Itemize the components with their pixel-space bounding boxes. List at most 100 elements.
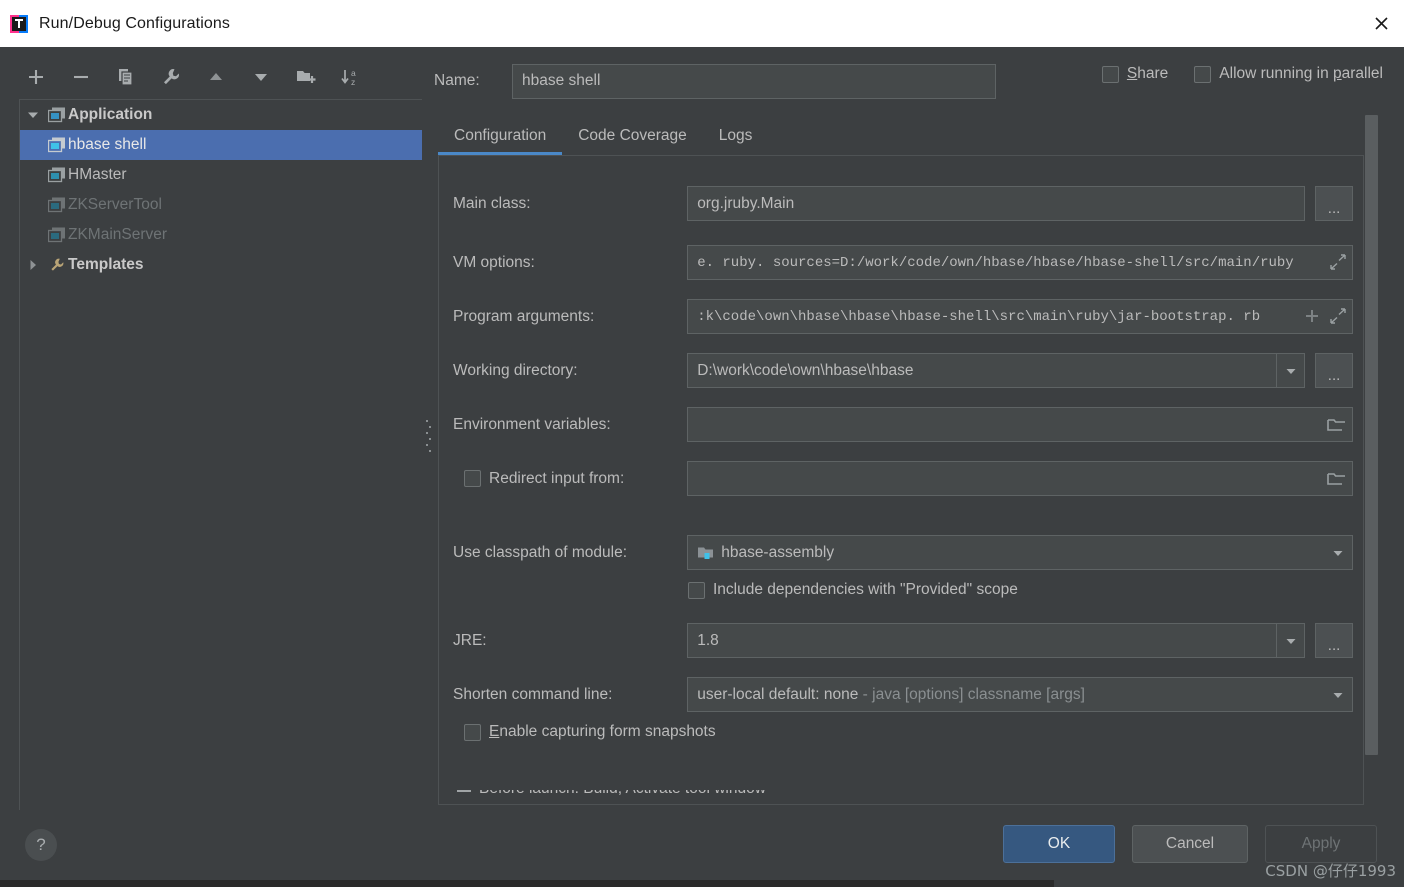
allow-parallel-checkbox[interactable]	[1194, 65, 1212, 83]
editor-scrollbar[interactable]	[1365, 115, 1378, 795]
use-classpath-combo[interactable]: hbase-assembly	[687, 535, 1353, 570]
expand-icon[interactable]	[1329, 253, 1347, 271]
tree-node-application[interactable]: Application	[20, 100, 422, 130]
shorten-command-line-label: Shorten command line:	[453, 685, 613, 703]
form-snapshots-row[interactable]: Enable capturing form snapshots	[453, 723, 716, 741]
include-provided-checkbox[interactable]	[688, 581, 705, 599]
help-button[interactable]: ?	[25, 829, 57, 861]
tree-node-templates[interactable]: Templates	[20, 250, 422, 280]
form-snapshots-label: Enable capturing form snapshots	[489, 723, 716, 740]
minus-icon[interactable]	[69, 65, 93, 89]
redirect-input-field[interactable]	[687, 461, 1353, 496]
form-snapshots-checkbox-row[interactable]: Enable capturing form snapshots	[453, 723, 716, 741]
close-icon[interactable]	[1358, 0, 1404, 47]
module-folder-icon	[697, 545, 715, 561]
folder-icon[interactable]	[1327, 470, 1346, 487]
tab-code-coverage[interactable]: Code Coverage	[562, 117, 703, 155]
program-arguments-row: Program arguments: :k\code\own\hbase\hba…	[453, 299, 1353, 334]
environment-variables-input[interactable]	[687, 407, 1353, 442]
environment-variables-row: Environment variables:	[453, 407, 1353, 442]
ok-button[interactable]: OK	[1003, 825, 1115, 863]
chevron-down-icon[interactable]	[1276, 624, 1305, 657]
window-title: Run/Debug Configurations	[39, 14, 230, 32]
share-checkbox-row[interactable]: Share	[1101, 65, 1169, 83]
collapse-icon[interactable]	[457, 790, 471, 792]
redirect-input-label: Redirect input from:	[489, 469, 625, 487]
chevron-down-icon[interactable]	[1324, 536, 1352, 569]
watermark: CSDN @仔仔1993	[1265, 862, 1396, 880]
shorten-command-line-combo[interactable]: user-local default: none - java [options…	[687, 677, 1353, 712]
main-class-label: Main class:	[453, 194, 531, 212]
include-provided-label: Include dependencies with "Provided" sco…	[713, 581, 1018, 598]
application-icon	[46, 107, 68, 123]
plus-icon[interactable]	[24, 65, 48, 89]
working-directory-input[interactable]: D:\work\code\own\hbase\hbase	[687, 353, 1306, 388]
vm-options-label: VM options:	[453, 253, 535, 271]
chevron-right-icon[interactable]	[20, 259, 46, 271]
tree-node-label: Templates	[68, 256, 144, 273]
tree-node-hmaster[interactable]: HMaster	[20, 160, 422, 190]
tree-node-label: Application	[68, 106, 153, 123]
working-directory-value: D:\work\code\own\hbase\hbase	[697, 361, 914, 379]
expand-icon[interactable]	[1329, 307, 1347, 325]
application-icon	[46, 167, 68, 183]
window-titlebar: Run/Debug Configurations	[0, 0, 1404, 47]
panel-splitter[interactable]	[424, 47, 434, 810]
program-arguments-value: :k\code\own\hbase\hbase\hbase-shell\src\…	[697, 308, 1261, 325]
arrow-down-icon[interactable]	[249, 65, 273, 89]
cancel-button[interactable]: Cancel	[1132, 825, 1248, 863]
include-provided-row[interactable]: Include dependencies with "Provided" sco…	[688, 581, 1018, 599]
form-snapshots-checkbox[interactable]	[464, 723, 481, 741]
tab-logs[interactable]: Logs	[703, 117, 769, 155]
tree-node-zkmainserver[interactable]: ZKMainServer	[20, 220, 422, 250]
chevron-down-icon[interactable]	[1276, 354, 1305, 387]
name-label: Name:	[434, 72, 480, 89]
name-input[interactable]	[512, 63, 996, 99]
main-class-input[interactable]: org.jruby.Main	[687, 186, 1306, 221]
share-checkbox[interactable]	[1101, 65, 1119, 83]
plus-icon[interactable]	[1304, 308, 1320, 324]
working-directory-label: Working directory:	[453, 361, 578, 379]
tab-configuration[interactable]: Configuration	[438, 117, 563, 155]
vm-options-input[interactable]: e. ruby. sources=D:/work/code/own/hbase/…	[687, 245, 1353, 280]
program-arguments-input[interactable]: :k\code\own\hbase\hbase\hbase-shell\src\…	[687, 299, 1353, 334]
wrench-icon	[46, 257, 68, 273]
working-directory-browse-button[interactable]: ...	[1315, 353, 1353, 388]
sort-alpha-icon[interactable]: a z	[339, 65, 363, 89]
vm-options-row: VM options: e. ruby. sources=D:/work/cod…	[453, 245, 1353, 280]
configuration-form: Main class: org.jruby.Main ... VM option…	[438, 155, 1364, 805]
main-class-browse-button[interactable]: ...	[1315, 186, 1353, 221]
application-icon	[46, 137, 68, 153]
chevron-down-icon[interactable]	[20, 109, 46, 121]
scrollbar-thumb[interactable]	[1365, 115, 1378, 755]
configurations-panel: a z Application hbase shell HMaster ZKSe…	[0, 47, 422, 854]
wrench-icon[interactable]	[159, 65, 183, 89]
screen-edge-strip	[0, 880, 1054, 887]
include-provided-checkbox-row[interactable]: Include dependencies with "Provided" sco…	[688, 581, 1018, 599]
screen-edge-strip-right	[1054, 880, 1404, 887]
folder-icon[interactable]	[1327, 416, 1346, 433]
jre-combo[interactable]: 1.8	[687, 623, 1306, 658]
chevron-down-icon[interactable]	[1324, 678, 1352, 711]
tree-node-hbase-shell[interactable]: hbase shell	[20, 130, 422, 160]
new-folder-icon[interactable]	[294, 65, 318, 89]
tree-node-zkservertool[interactable]: ZKServerTool	[20, 190, 422, 220]
tree-node-label: HMaster	[68, 166, 127, 183]
copy-icon[interactable]	[114, 65, 138, 89]
redirect-input-checkbox-row[interactable]: Redirect input from:	[453, 470, 687, 488]
apply-button: Apply	[1265, 825, 1377, 863]
arrow-up-icon[interactable]	[204, 65, 228, 89]
svg-text:z: z	[351, 77, 355, 87]
redirect-input-checkbox[interactable]	[464, 470, 481, 487]
jre-browse-button[interactable]: ...	[1315, 623, 1353, 658]
use-classpath-label: Use classpath of module:	[453, 543, 628, 561]
use-classpath-row: Use classpath of module: hbase-assembly	[453, 535, 1353, 570]
allow-parallel-checkbox-row[interactable]: Allow running in parallel	[1194, 65, 1383, 83]
share-options: Share Allow running in parallel	[1101, 65, 1383, 83]
configurations-tree[interactable]: Application hbase shell HMaster ZKServer…	[19, 99, 422, 854]
share-label: Share	[1126, 65, 1169, 82]
before-launch-row[interactable]: Before launch: Build, Activate tool wind…	[457, 790, 766, 804]
splitter-grip[interactable]	[426, 420, 431, 468]
before-launch-label: Before launch: Build, Activate tool wind…	[479, 790, 766, 798]
environment-variables-label: Environment variables:	[453, 415, 611, 433]
